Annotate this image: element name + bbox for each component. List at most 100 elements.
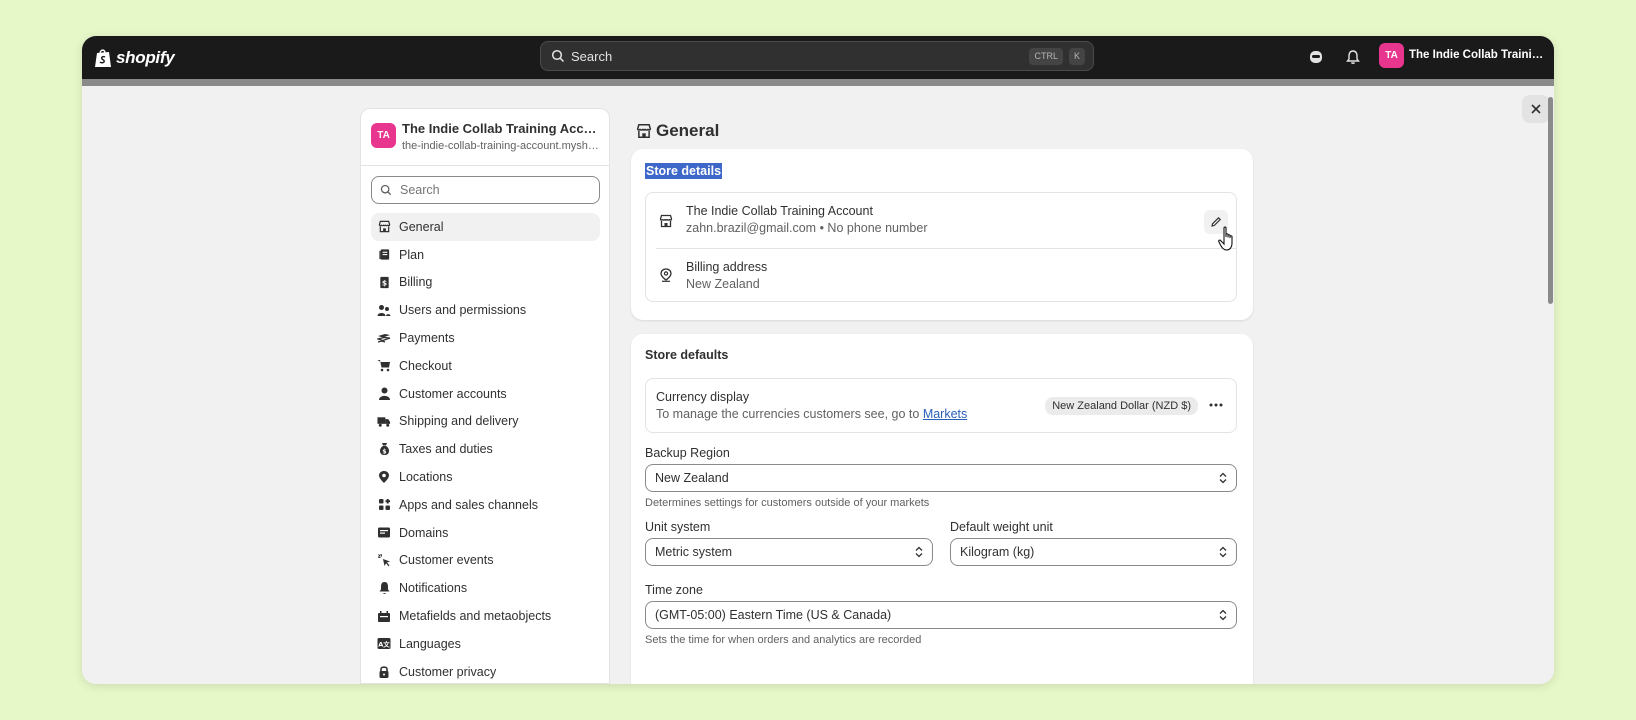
payments-icon	[377, 331, 391, 345]
currency-more-actions-button[interactable]	[1206, 397, 1226, 413]
account-avatar[interactable]: TA	[1379, 43, 1404, 68]
store-details-card: Store details The Indie Collab Training …	[631, 149, 1253, 320]
top-bar: shopify Search CTRL K TA The Indie Colla…	[82, 36, 1554, 79]
more-horizontal-icon	[1209, 403, 1223, 407]
store-details-title: Store details	[645, 163, 723, 179]
sidebar-item-plan[interactable]: Plan	[371, 241, 600, 269]
sidebar-item-label: Taxes and duties	[399, 442, 493, 457]
row-divider	[656, 248, 1236, 249]
close-settings-button[interactable]	[1522, 95, 1550, 123]
store-icon	[377, 220, 391, 234]
store-profile-contact: zahn.brazil@gmail.com • No phone number	[686, 221, 928, 235]
bell-icon	[377, 581, 391, 595]
page-scrollbar[interactable]	[1548, 97, 1553, 304]
backup-region-help: Determines settings for customers outsid…	[645, 497, 930, 509]
time-zone-select[interactable]: (GMT-05:00) Eastern Time (US & Canada)	[645, 601, 1237, 629]
sidebar-item-label: Customer events	[399, 553, 494, 568]
shopify-logo[interactable]: shopify	[94, 44, 175, 71]
sidebar-store-avatar: TA	[371, 123, 396, 148]
sidebar-item-users-and-permissions[interactable]: Users and permissions	[371, 296, 600, 324]
store-defaults-title: Store defaults	[645, 348, 729, 362]
sidebar-store-url: the-indie-collab-training-account.myshop…	[402, 140, 602, 152]
sidebar-item-billing[interactable]: $ Billing	[371, 269, 600, 297]
time-zone-help: Sets the time for when orders and analyt…	[645, 634, 922, 646]
global-search-placeholder: Search	[571, 48, 613, 64]
sidekick-glyph-icon	[1310, 51, 1322, 63]
sidebar-item-label: Domains	[399, 525, 449, 540]
location-pin-icon	[660, 268, 672, 282]
backup-region-value: New Zealand	[655, 471, 729, 485]
search-icon	[380, 184, 392, 196]
sidebar-item-domains[interactable]: Domains	[371, 519, 600, 547]
time-zone-label: Time zone	[645, 583, 703, 597]
shopify-bag-icon	[95, 48, 111, 67]
sidebar-item-shipping-and-delivery[interactable]: Shipping and delivery	[371, 408, 600, 436]
select-chevron-icon	[915, 546, 923, 558]
lock-icon	[377, 665, 391, 679]
billing-address-value: New Zealand	[686, 277, 760, 291]
weight-unit-value: Kilogram (kg)	[960, 545, 1035, 559]
backup-region-label: Backup Region	[645, 446, 730, 460]
settings-search-input[interactable]	[398, 182, 582, 198]
account-store-name[interactable]: The Indie Collab Training ...	[1409, 49, 1549, 61]
sidebar-item-customer-accounts[interactable]: Customer accounts	[371, 380, 600, 408]
currency-display-help: To manage the currencies customers see, …	[656, 407, 967, 421]
sidebar-item-customer-events[interactable]: Customer events	[371, 547, 600, 575]
sidebar-item-apps-and-sales-channels[interactable]: Apps and sales channels	[371, 491, 600, 519]
sidebar-item-notifications[interactable]: Notifications	[371, 574, 600, 602]
settings-content: TA The Indie Collab Training Account the…	[82, 86, 1554, 684]
sidebar-item-label: Customer accounts	[399, 386, 507, 401]
sidebar-item-label: Shipping and delivery	[399, 414, 519, 429]
currency-display-label: Currency display	[656, 390, 750, 404]
domains-icon	[377, 526, 391, 540]
sidebar-item-payments[interactable]: Payments	[371, 324, 600, 352]
sidebar-item-customer-privacy[interactable]: Customer privacy	[371, 658, 600, 684]
billing-address-label: Billing address	[686, 260, 768, 274]
store-icon	[659, 214, 673, 228]
settings-search-field[interactable]	[371, 176, 600, 204]
location-pin-icon	[377, 470, 391, 484]
shortcut-ctrl-key: CTRL	[1029, 48, 1063, 65]
sidebar-item-label: Payments	[399, 331, 455, 346]
sidebar-item-taxes-and-duties[interactable]: $ Taxes and duties	[371, 435, 600, 463]
notifications-bell-icon[interactable]	[1343, 47, 1363, 67]
sidebar-store-header[interactable]: TA The Indie Collab Training Account the…	[361, 109, 609, 166]
store-icon	[636, 123, 652, 139]
weight-unit-select[interactable]: Kilogram (kg)	[950, 538, 1237, 566]
tab-strip	[82, 79, 1554, 86]
sidekick-icon[interactable]	[1306, 47, 1326, 67]
weight-unit-label: Default weight unit	[950, 520, 1053, 534]
currency-badge: New Zealand Dollar (NZD $)	[1045, 397, 1198, 415]
select-chevron-icon	[1219, 546, 1227, 558]
markets-link[interactable]: Markets	[923, 407, 967, 421]
logo-text: shopify	[116, 47, 175, 67]
cursor-click-icon	[377, 553, 391, 567]
money-bag-icon: $	[377, 442, 391, 456]
currency-display-box: Currency display To manage the currencie…	[645, 378, 1237, 433]
sidebar-item-label: Notifications	[399, 581, 468, 596]
svg-text:$: $	[382, 449, 386, 456]
billing-icon: $	[377, 275, 391, 289]
sidebar-item-label: Billing	[399, 275, 433, 290]
sidebar-item-general[interactable]: General	[371, 213, 600, 241]
global-search-input[interactable]: Search CTRL K	[540, 41, 1094, 71]
close-icon	[1531, 104, 1541, 114]
currency-help-text: To manage the currencies customers see, …	[656, 407, 923, 421]
cart-icon	[377, 359, 391, 373]
settings-sidebar: TA The Indie Collab Training Account the…	[360, 108, 610, 684]
plan-icon	[377, 248, 391, 262]
sidebar-item-locations[interactable]: Locations	[371, 463, 600, 491]
svg-text:$: $	[381, 278, 386, 287]
shortcut-k-key: K	[1068, 48, 1085, 65]
apps-icon	[377, 498, 391, 512]
sidebar-item-languages[interactable]: A文 Languages	[371, 630, 600, 658]
sidebar-item-label: Metafields and metaobjects	[399, 609, 552, 624]
sidebar-item-label: General	[399, 219, 444, 234]
store-profile-name: The Indie Collab Training Account	[686, 204, 873, 218]
sidebar-item-checkout[interactable]: Checkout	[371, 352, 600, 380]
backup-region-select[interactable]: New Zealand	[645, 464, 1237, 492]
unit-system-select[interactable]: Metric system	[645, 538, 933, 566]
metafields-icon	[377, 609, 391, 623]
sidebar-item-metafields-and-metaobjects[interactable]: Metafields and metaobjects	[371, 602, 600, 630]
store-defaults-card: Store defaults Currency display To manag…	[631, 334, 1253, 684]
